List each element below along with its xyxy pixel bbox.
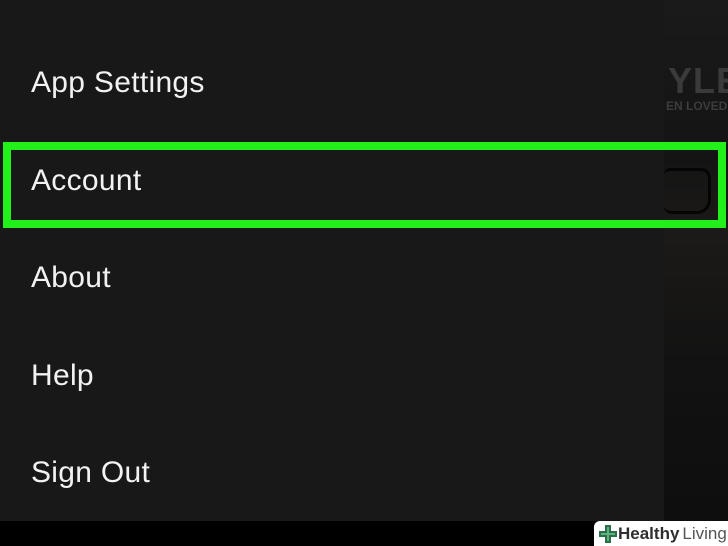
poster-subtitle: EN LOVED	[666, 99, 728, 113]
menu-item-help[interactable]: Help	[0, 337, 664, 415]
menu-item-label: App Settings	[31, 66, 205, 99]
menu-item-account[interactable]: Account	[0, 142, 664, 220]
menu-item-about[interactable]: About	[0, 239, 664, 317]
navigation-drawer: App Settings Account About Help Sign Out	[0, 0, 664, 521]
watermark-badge: Healthy Living	[594, 521, 728, 546]
poster-title: YLE	[668, 60, 728, 101]
watermark-brand: Healthy Living	[618, 523, 727, 543]
poster-glasses-graphic	[664, 168, 711, 214]
menu-item-app-settings[interactable]: App Settings	[0, 44, 664, 122]
medical-cross-icon	[599, 524, 617, 543]
menu-item-label: Sign Out	[31, 456, 151, 489]
menu-item-sign-out[interactable]: Sign Out	[0, 434, 664, 512]
background-content: YLE EN LOVED	[664, 0, 728, 521]
menu-item-label: Help	[31, 359, 94, 392]
menu-item-label: About	[31, 261, 111, 294]
menu-item-label: Account	[31, 164, 142, 197]
